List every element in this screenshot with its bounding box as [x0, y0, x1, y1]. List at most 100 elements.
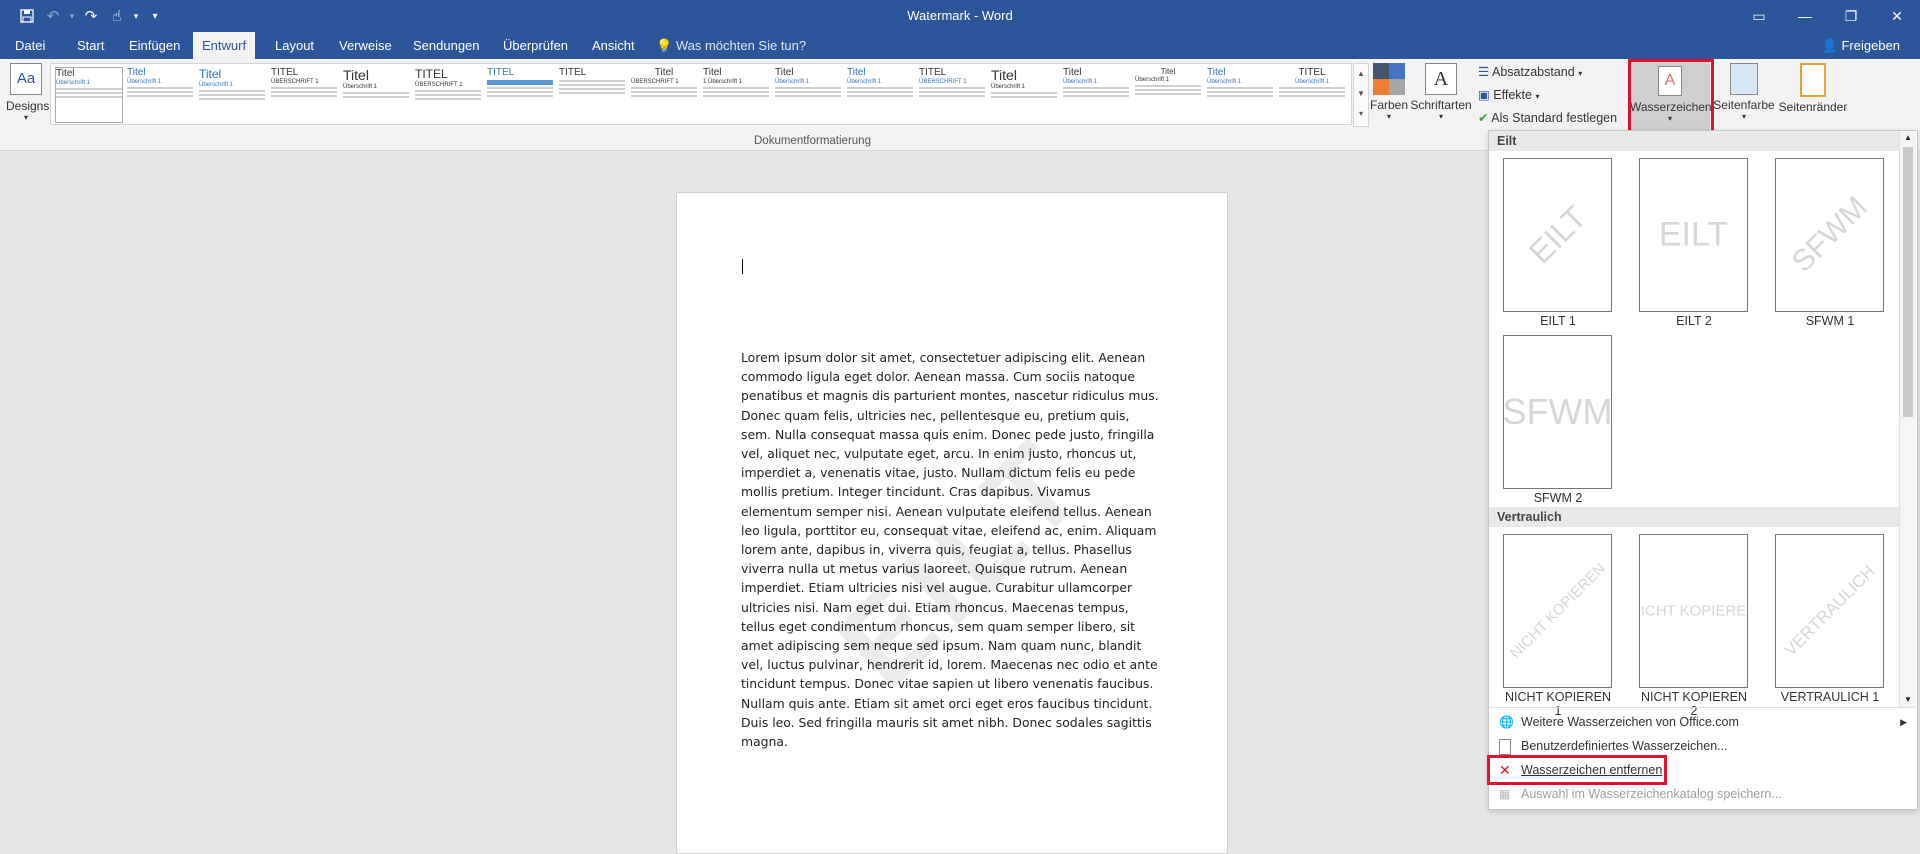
style-set-item[interactable]: TITEL Überschrift 1	[1279, 67, 1345, 121]
designs-button[interactable]: Aa Designs ▾	[6, 63, 49, 122]
style-set-item[interactable]: TITEL	[487, 67, 553, 121]
tab-start[interactable]: Start	[68, 32, 113, 59]
tell-me-box[interactable]: 💡 Was möchten Sie tun?	[656, 32, 806, 59]
style-heading: Überschrift 1	[1063, 79, 1098, 85]
section-header-eilt: Eilt	[1489, 131, 1907, 151]
style-set-item[interactable]: Titel Überschrift 1	[847, 67, 913, 121]
tab-verweise[interactable]: Verweise	[330, 32, 401, 59]
tab-datei[interactable]: Datei	[6, 32, 54, 59]
style-title: Titel	[1063, 67, 1082, 78]
menu-auswahl-speichern: ▦ Auswahl im Wasserzeichenkatalog speich…	[1489, 782, 1915, 806]
tab-sendungen[interactable]: Sendungen	[404, 32, 489, 59]
tab-einfuegen[interactable]: Einfügen	[120, 32, 189, 59]
style-set-item[interactable]: Titel Überschrift 1	[127, 67, 193, 121]
watermark-caption: SFWM 2	[1533, 491, 1583, 505]
style-heading: ÜBERSCHRIFT 1	[631, 79, 679, 85]
gallery-scroll[interactable]: ▲ ▼ ▾	[1353, 63, 1369, 127]
style-set-item[interactable]: Titel 1 Überschrift 1	[703, 67, 769, 121]
style-title: TITEL	[415, 67, 448, 81]
style-title: TITEL	[919, 67, 947, 78]
style-heading: Überschrift 1	[1207, 79, 1242, 85]
lightbulb-icon: 💡	[656, 38, 673, 53]
tab-entwurf[interactable]: Entwurf	[193, 32, 256, 59]
tab-layout[interactable]: Layout	[266, 32, 323, 59]
chevron-down-icon[interactable]: ▼	[1900, 693, 1916, 707]
group-label-dokumentformatierung: Dokumentformatierung	[754, 135, 871, 147]
watermark-preview-text: VERTRAULICH	[1780, 561, 1879, 660]
watermark-caption: VERTRAULICH 1	[1780, 690, 1880, 704]
style-title: Titel	[1207, 67, 1226, 78]
style-set-item[interactable]: TITEL ÜBERSCHRIFT 1	[271, 67, 337, 121]
menu-weitere-wasserzeichen[interactable]: 🌐 Weitere Wasserzeichen von Office.com ▶	[1489, 710, 1915, 734]
restore-icon[interactable]: ❐	[1828, 0, 1874, 32]
seitenfarbe-button[interactable]: Seitenfarbe ▾	[1712, 63, 1776, 121]
style-title: TITEL	[487, 67, 515, 78]
tab-ansicht[interactable]: Ansicht	[583, 32, 644, 59]
style-title: Titel	[127, 67, 146, 78]
style-set-item[interactable]: TITEL ÜBERSCHRIFT 1	[919, 67, 985, 121]
absatzabstand-button[interactable]: ☰ Absatzabstand ▾	[1478, 64, 1582, 79]
watermark-preview-text: NICHT KOPIEREN	[1640, 602, 1747, 620]
style-set-item[interactable]: Titel Überschrift 1	[1063, 67, 1129, 121]
watermark-sfwm-2[interactable]: SFWM SFWM 2	[1503, 335, 1613, 505]
close-icon[interactable]: ✕	[1874, 0, 1920, 32]
watermark-eilt-1[interactable]: EILT EILT 1	[1503, 158, 1613, 328]
document-body-text[interactable]: Lorem ipsum dolor sit amet, consectetuer…	[741, 348, 1161, 751]
chevron-down-icon: ▾	[1535, 92, 1540, 101]
watermark-sfwm-1[interactable]: SFWM SFWM 1	[1775, 158, 1885, 328]
effekte-button[interactable]: ▣ Effekte ▾	[1478, 87, 1539, 102]
person-icon: 👤	[1821, 38, 1838, 53]
style-set-item[interactable]: Titel Überschrift 1	[775, 67, 841, 121]
share-label: Freigeben	[1841, 38, 1900, 53]
watermark-nicht-kopieren-2[interactable]: NICHT KOPIEREN NICHT KOPIEREN 2	[1639, 534, 1749, 718]
watermark-vertraulich-1[interactable]: VERTRAULICH VERTRAULICH 1	[1775, 534, 1885, 704]
chevron-down-icon: ▾	[1578, 69, 1583, 78]
effekte-label: Effekte	[1493, 88, 1532, 102]
watermark-nicht-kopieren-1[interactable]: NICHT KOPIEREN NICHT KOPIEREN 1	[1503, 534, 1613, 718]
style-title: TITEL	[271, 67, 299, 78]
style-title: Titel	[847, 67, 866, 78]
schriftarten-button[interactable]: A Schriftarten ▾	[1410, 63, 1472, 121]
save-gallery-icon: ▦	[1499, 787, 1511, 801]
als-standard-label: Als Standard festlegen	[1491, 111, 1618, 125]
style-set-item[interactable]: Titel Überschrift 1	[1135, 67, 1201, 121]
tab-ueberpruefen[interactable]: Überprüfen	[494, 32, 577, 59]
style-set-gallery[interactable]: Titel Überschrift 1 Titel Überschrift 1 T…	[50, 63, 1352, 125]
style-heading: Überschrift 1	[1135, 77, 1170, 83]
scrollbar-thumb[interactable]	[1903, 147, 1913, 417]
watermark-preview: NICHT KOPIEREN	[1639, 534, 1748, 688]
watermark-eilt-2[interactable]: EILT EILT 2	[1639, 158, 1749, 328]
chevron-up-icon[interactable]: ▲	[1900, 131, 1916, 145]
paragraph-spacing-icon: ☰	[1478, 65, 1490, 79]
dropdown-scrollbar[interactable]: ▲ ▼	[1899, 131, 1916, 707]
als-standard-button[interactable]: ✔ Als Standard festlegen	[1478, 110, 1617, 125]
style-set-item[interactable]: Titel ÜBERSCHRIFT 1	[631, 67, 697, 121]
style-heading: ÜBERSCHRIFT 1	[919, 79, 967, 85]
style-set-item[interactable]: TITEL ÜBERSCHRIFT 1	[415, 67, 481, 121]
style-set-item[interactable]: TITEL	[559, 67, 625, 121]
style-set-item[interactable]: Titel Überschrift 1	[991, 67, 1057, 121]
farben-button[interactable]: Farben ▾	[1368, 63, 1410, 121]
style-set-item[interactable]: Titel Überschrift 1	[1207, 67, 1273, 121]
seitenraender-button[interactable]: Seitenränder	[1778, 63, 1848, 114]
chevron-down-icon[interactable]: ▼	[1354, 84, 1368, 104]
style-heading: Überschrift 1	[56, 80, 91, 86]
document-page[interactable]: EILT Lorem ipsum dolor sit amet, consect…	[676, 192, 1228, 854]
style-heading: Überschrift 1	[775, 79, 810, 85]
check-circle-icon: ✔	[1478, 111, 1489, 125]
chevron-down-icon: ▾	[1438, 112, 1443, 121]
ribbon-options-icon[interactable]: ▭	[1736, 0, 1782, 32]
style-set-item[interactable]: Titel Überschrift 1	[55, 67, 123, 123]
watermark-caption: EILT 1	[1540, 314, 1576, 328]
more-icon[interactable]: ▾	[1354, 104, 1368, 124]
style-title: Titel	[56, 68, 75, 79]
style-title: Titel	[654, 67, 674, 78]
style-set-item[interactable]: Titel Überschrift 1	[199, 67, 265, 121]
share-button[interactable]: 👤 Freigeben	[1822, 32, 1900, 59]
style-set-item[interactable]: Titel Überschrift 1	[343, 67, 409, 121]
watermark-preview: SFWM	[1503, 335, 1612, 489]
minimize-icon[interactable]: —	[1782, 0, 1828, 32]
highlight-entfernen	[1487, 755, 1667, 785]
chevron-up-icon[interactable]: ▲	[1354, 64, 1368, 84]
menu-label: Weitere Wasserzeichen von Office.com	[1521, 715, 1739, 729]
